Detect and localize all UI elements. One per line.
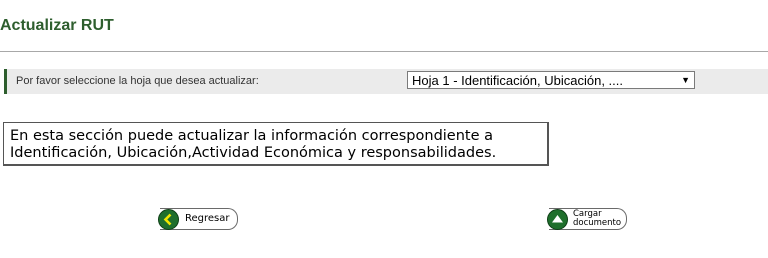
arrow-left-icon: [158, 209, 179, 230]
back-button-label: Regresar: [185, 213, 230, 224]
page-title: Actualizar RUT: [0, 17, 114, 34]
info-line-1: En esta sección puede actualizar la info…: [10, 128, 494, 144]
sheet-select-row: Por favor seleccione la hoja que desea a…: [4, 69, 768, 94]
upload-document-label: Cargar documento: [573, 210, 621, 228]
divider: [0, 51, 768, 52]
caret-down-icon[interactable]: ▼: [681, 75, 690, 85]
back-button[interactable]: Regresar: [158, 208, 238, 230]
sheet-select-value: Hoja 1 - Identificación, Ubicación, ....: [412, 73, 623, 88]
upload-label-line-2: documento: [573, 218, 622, 228]
upload-document-button[interactable]: Cargar documento: [547, 208, 627, 230]
sheet-select[interactable]: Hoja 1 - Identificación, Ubicación, ....…: [407, 71, 695, 89]
info-line-2: Identificación, Ubicación,Actividad Econ…: [10, 145, 497, 161]
sheet-select-label: Por favor seleccione la hoja que desea a…: [16, 75, 259, 87]
row-accent-bar: [4, 69, 7, 94]
info-box: En esta sección puede actualizar la info…: [3, 122, 549, 166]
arrow-up-icon: [547, 209, 568, 230]
